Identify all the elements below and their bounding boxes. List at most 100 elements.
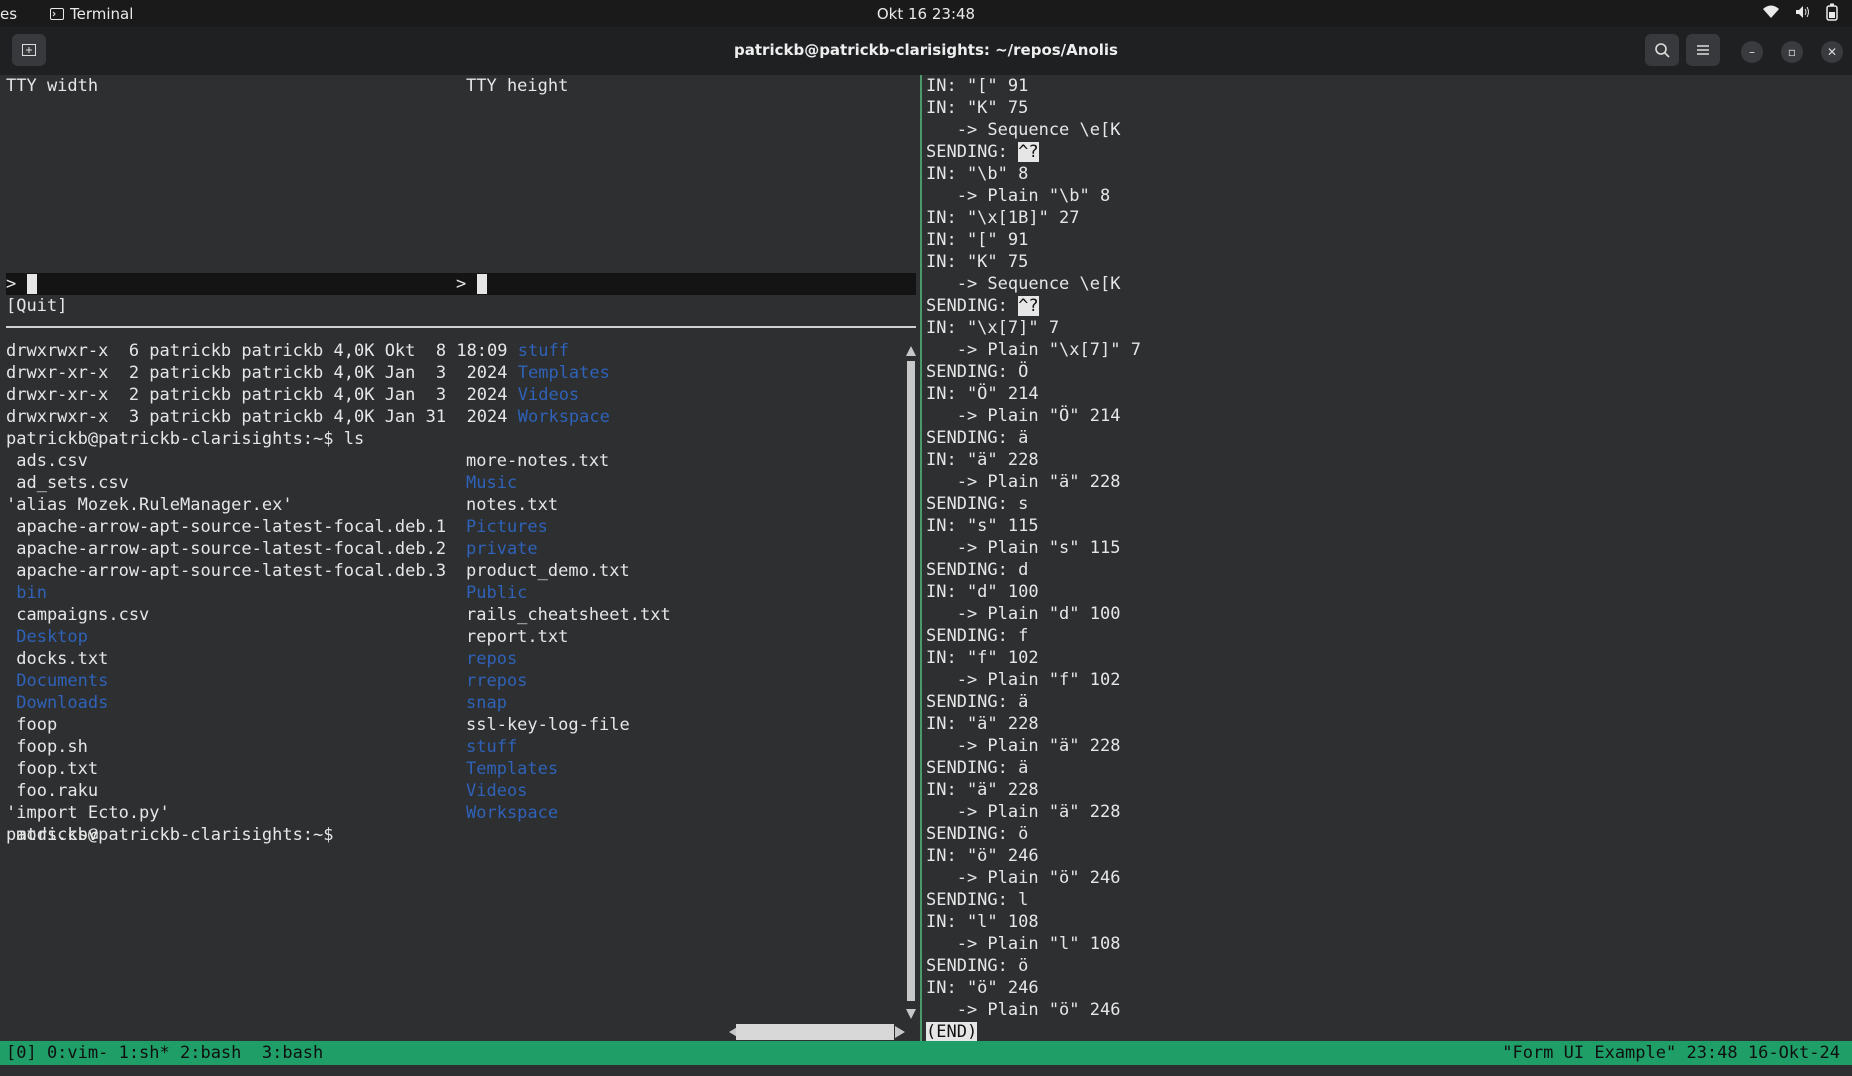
log-line: IN: "f" 102 [926, 648, 1039, 668]
log-line: -> Sequence \e[K [926, 120, 1121, 140]
directory-entry: bin [6, 583, 47, 603]
log-line: -> Plain "Ö" 214 [926, 406, 1121, 426]
directory-name: stuff [517, 341, 569, 361]
width-cursor [26, 274, 37, 294]
directory-entry: rrepos [466, 671, 528, 691]
log-line: SENDING: ä [926, 692, 1029, 712]
directory-entry: stuff [466, 737, 518, 757]
directory-entry: Documents [6, 671, 109, 691]
log-line: SENDING: ö [926, 956, 1029, 976]
tmux-status-right: "Form UI Example" 23:48 16-Okt-24 [1502, 1043, 1840, 1063]
log-line: SENDING: s [926, 494, 1029, 514]
scroll-up-icon[interactable] [905, 345, 917, 357]
file-entry: ad_sets.csv [6, 473, 129, 493]
file-entry: apache-arrow-apt-source-latest-focal.deb… [6, 517, 447, 537]
scrollbar-thumb[interactable] [907, 361, 915, 1001]
log-line: SENDING: ä [926, 758, 1029, 778]
maximize-button[interactable]: ▫ [1781, 41, 1803, 63]
tty-height-label: TTY height [466, 76, 569, 96]
log-line: SENDING: f [926, 626, 1029, 646]
tmux-window-list[interactable]: [0] 0:vim- 1:sh* 2:bash 3:bash [6, 1042, 323, 1064]
long-listing-row: drwxrwxr-x 6 patrickb patrickb 4,0K Okt … [6, 340, 569, 362]
log-line: IN: "Ö" 214 [926, 384, 1039, 404]
close-icon: ✕ [1826, 45, 1838, 59]
log-line: IN: "ä" 228 [926, 714, 1039, 734]
log-line: -> Plain "s" 115 [926, 538, 1121, 558]
minimize-button[interactable]: – [1741, 41, 1763, 63]
close-button[interactable]: ✕ [1821, 41, 1843, 63]
log-line: IN: "K" 75 [926, 98, 1029, 118]
horizontal-scrollbar[interactable] [728, 1022, 908, 1042]
directory-entry: Workspace [466, 803, 559, 823]
end-marker: (END) [926, 1021, 978, 1043]
log-line: -> Sequence \e[K [926, 274, 1121, 294]
log-line: SENDING: ö [926, 824, 1029, 844]
horizontal-scrollbar-thumb[interactable] [736, 1024, 894, 1040]
log-line: IN: "ä" 228 [926, 780, 1039, 800]
window-title: patrickb@patrickb-clarisights: ~/repos/A… [734, 41, 1118, 59]
directory-entry: snap [466, 693, 507, 713]
log-line: IN: "ö" 246 [926, 978, 1039, 998]
file-entry: campaigns.csv [6, 605, 150, 625]
width-input[interactable]: > [6, 273, 37, 295]
log-line: -> Plain "ö" 246 [926, 868, 1121, 888]
log-line: SENDING: ä [926, 428, 1029, 448]
log-line: -> Plain "\b" 8 [926, 186, 1111, 206]
log-line: -> Plain "f" 102 [926, 670, 1121, 690]
file-entry: docks.txt [6, 649, 109, 669]
window-titlebar: patrickb@patrickb-clarisights: ~/repos/A… [0, 27, 1852, 75]
scroll-right-icon[interactable] [894, 1022, 906, 1042]
battery-icon[interactable] [1826, 3, 1838, 21]
control-char: ^? [1018, 296, 1039, 316]
tmux-status-bar: [0] 0:vim- 1:sh* 2:bash 3:bash "Form UI … [0, 1041, 1852, 1065]
log-line: IN: "ö" 246 [926, 846, 1039, 866]
ls-command: patrickb@patrickb-clarisights:~$ ls [6, 429, 365, 449]
log-line: -> Plain "l" 108 [926, 934, 1121, 954]
file-entry: notes.txt [466, 495, 559, 515]
file-permissions: drwxr-xr-x 2 patrickb patrickb 4,0K Jan … [6, 385, 518, 405]
file-entry: foop.txt [6, 759, 99, 779]
file-entry: foop.sh [6, 737, 88, 757]
log-line: IN: "\b" 8 [926, 164, 1029, 184]
log-line: IN: "\x[7]" 7 [926, 318, 1060, 338]
log-prefix: SENDING: [926, 296, 1019, 316]
directory-name: Videos [517, 385, 580, 405]
height-prompt: > [456, 274, 467, 294]
log-line: SENDING: Ö [926, 362, 1029, 382]
log-prefix: SENDING: [926, 142, 1019, 162]
quit-button[interactable]: [Quit] [6, 295, 67, 317]
end-marker-text: (END) [926, 1022, 978, 1042]
file-entry: ssl-key-log-file [466, 715, 630, 735]
directory-entry: Pictures [466, 517, 548, 537]
scroll-down-icon[interactable] [905, 1008, 917, 1020]
wifi-icon[interactable] [1762, 4, 1780, 20]
file-permissions: drwxrwxr-x 3 patrickb patrickb 4,0K Jan … [6, 407, 518, 427]
search-button[interactable] [1645, 34, 1679, 66]
system-tray[interactable] [1762, 3, 1838, 21]
pane-divider-horizontal[interactable] [6, 326, 916, 328]
file-entry: apache-arrow-apt-source-latest-focal.deb… [6, 539, 447, 559]
log-line: SENDING: l [926, 890, 1029, 910]
minimize-icon: – [1749, 45, 1755, 59]
log-line: SENDING: ^? [926, 141, 1039, 163]
log-line: IN: "l" 108 [926, 912, 1039, 932]
height-input[interactable]: > [456, 273, 487, 295]
log-line: -> Plain "d" 100 [926, 604, 1121, 624]
log-line: IN: "\x[1B]" 27 [926, 208, 1080, 228]
menu-button[interactable] [1686, 34, 1720, 66]
directory-entry: Downloads [6, 693, 109, 713]
file-entry: foop [6, 715, 58, 735]
volume-icon[interactable] [1794, 4, 1812, 20]
file-entry: apache-arrow-apt-source-latest-focal.deb… [6, 561, 447, 581]
directory-entry: private [466, 539, 538, 559]
log-line: SENDING: d [926, 560, 1029, 580]
log-line: IN: "K" 75 [926, 252, 1029, 272]
search-icon [1655, 43, 1670, 58]
clock[interactable]: Okt 16 23:48 [0, 5, 1852, 23]
log-line: IN: "[" 91 [926, 230, 1029, 250]
pane-divider-vertical[interactable] [920, 75, 922, 1044]
terminal-viewport[interactable]: TTY width TTY height > > [Quit] drwxrwxr… [0, 75, 1852, 1076]
long-listing-row: drwxr-xr-x 2 patrickb patrickb 4,0K Jan … [6, 362, 610, 384]
log-line: IN: "s" 115 [926, 516, 1039, 536]
vertical-scrollbar[interactable] [905, 345, 917, 1025]
